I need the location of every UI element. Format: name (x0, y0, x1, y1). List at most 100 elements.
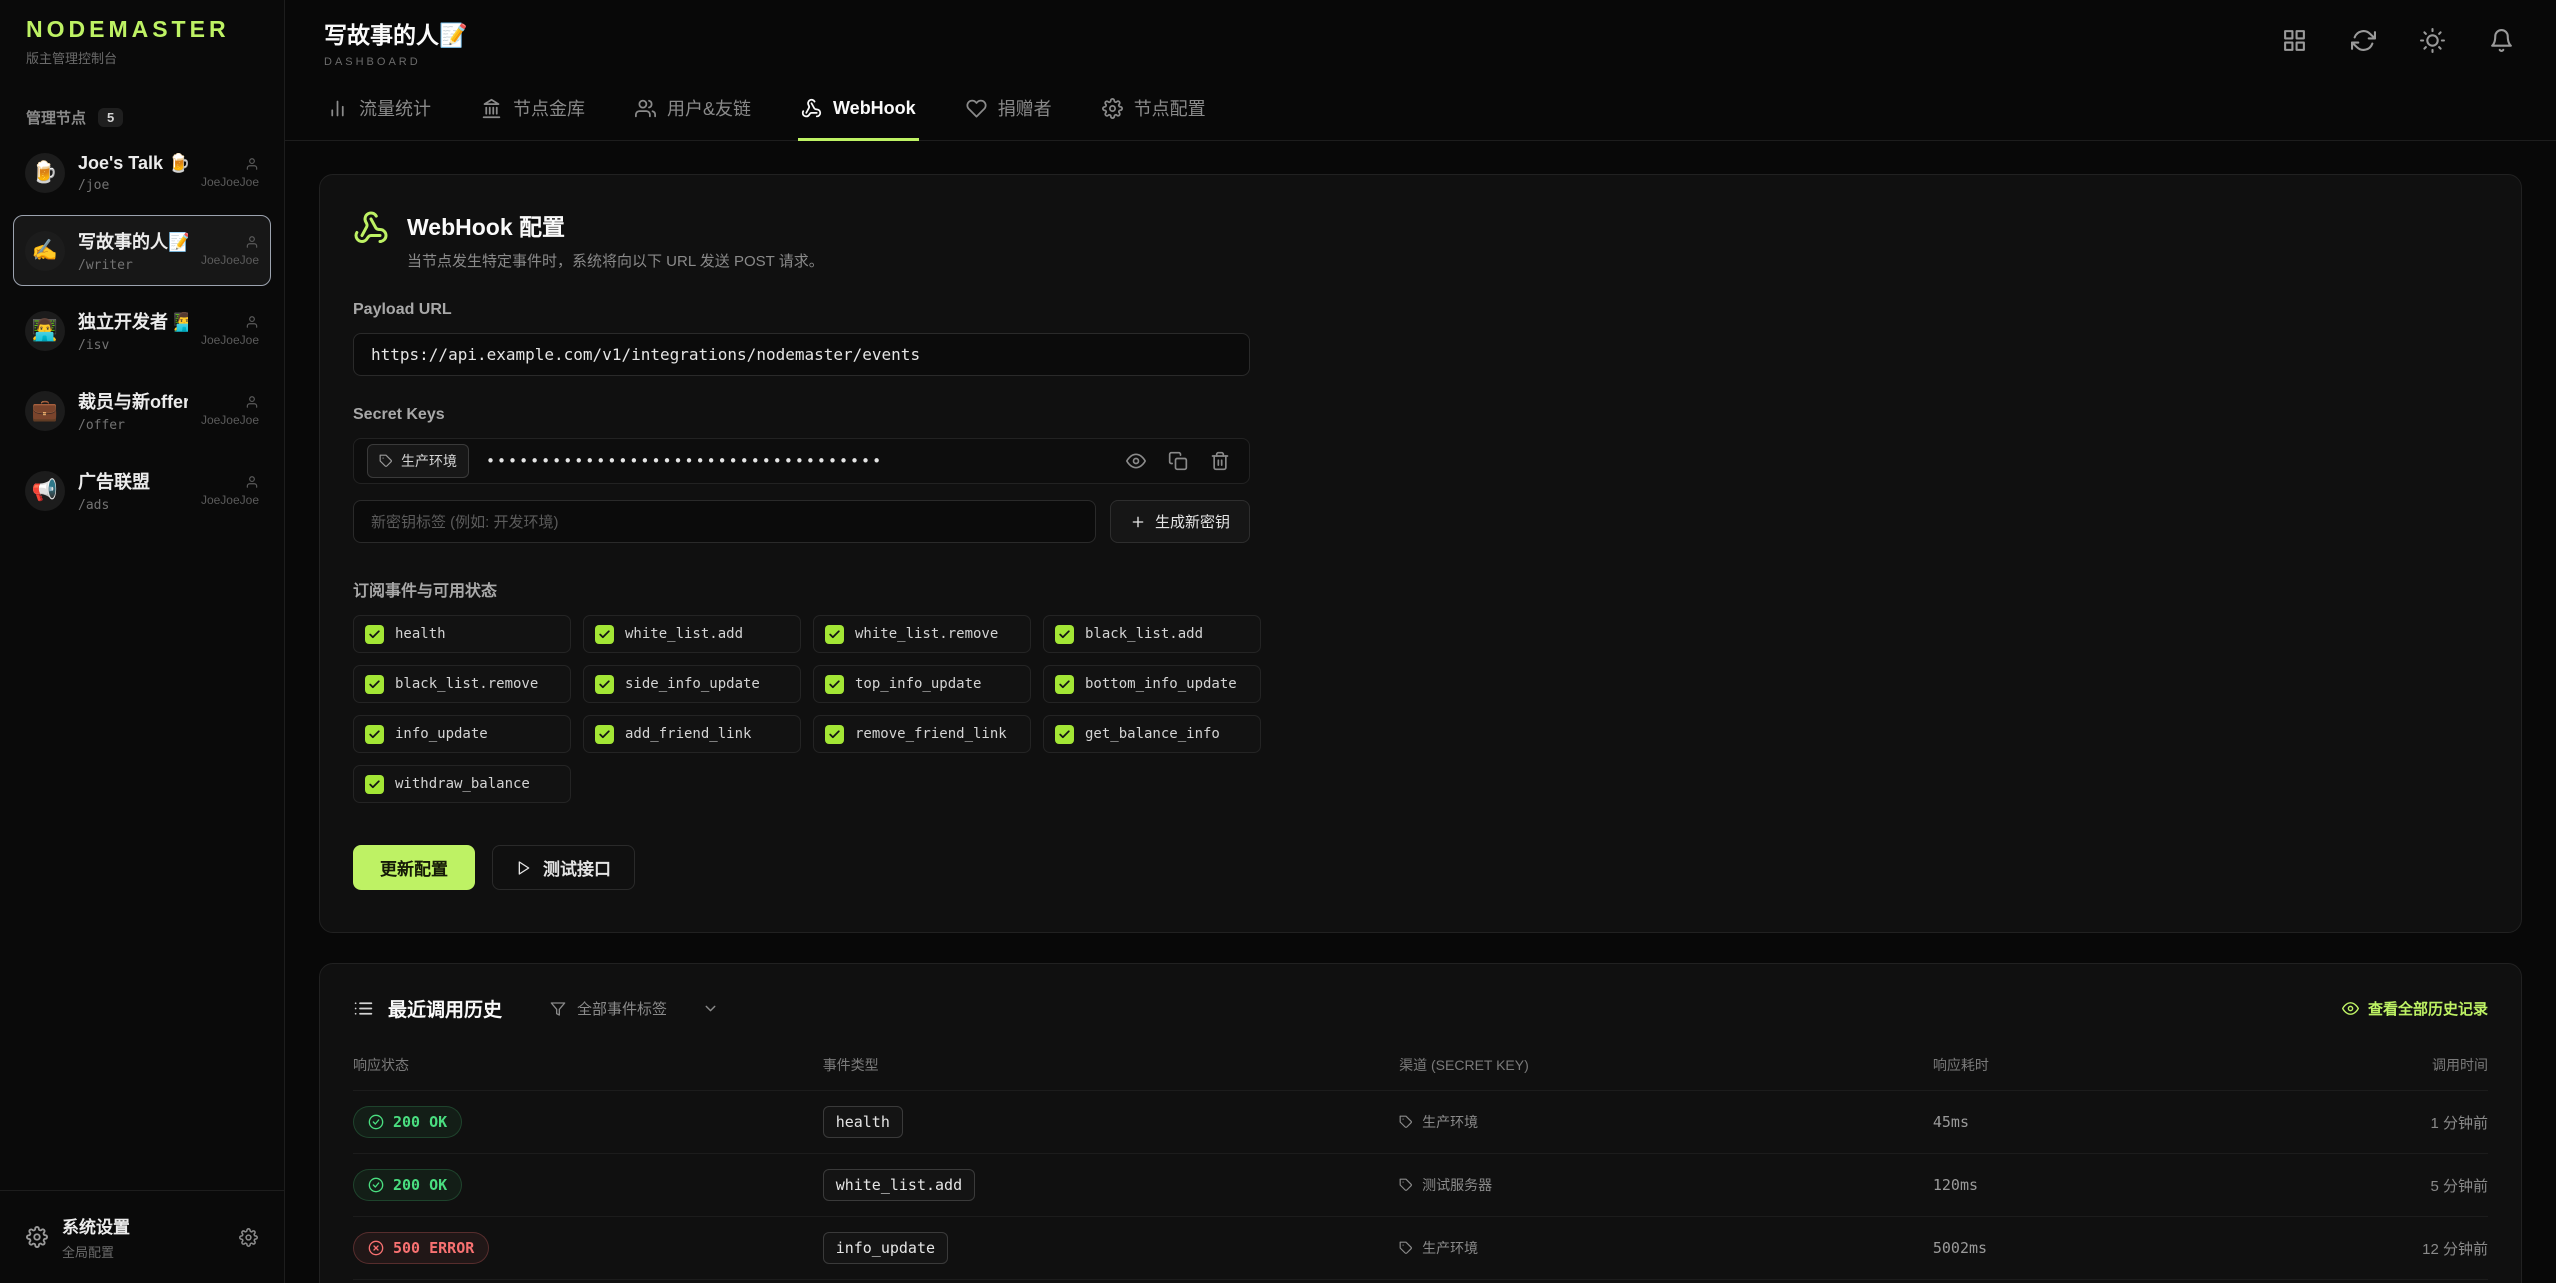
node-owner: JoeJoeJoe (201, 235, 259, 267)
event-checkbox-add-friend-link[interactable]: add_friend_link (583, 715, 801, 753)
new-key-label-input[interactable] (353, 500, 1096, 543)
checkbox-checked[interactable] (825, 675, 844, 694)
time-value: 1 分钟前 (2274, 1112, 2488, 1133)
plus-icon (1130, 514, 1146, 530)
settings-subtitle: 全局配置 (62, 1242, 130, 1261)
notifications-bell-icon[interactable] (2489, 28, 2514, 53)
checkbox-checked[interactable] (365, 725, 384, 744)
theme-toggle-icon[interactable] (2420, 28, 2445, 53)
secret-key-env-chip: 生产环境 (367, 444, 469, 478)
tab-users-links[interactable]: 用户&友链 (632, 80, 754, 141)
event-checkbox-white-list-add[interactable]: white_list.add (583, 615, 801, 653)
sidebar-node-offer[interactable]: 💼 裁员与新offer 💼 /offer JoeJoeJoe (13, 375, 271, 446)
event-checkbox-info-update[interactable]: info_update (353, 715, 571, 753)
event-checkbox-black-list-add[interactable]: black_list.add (1043, 615, 1261, 653)
event-type-tag: white_list.add (823, 1169, 975, 1201)
tab-node-vault[interactable]: 节点金库 (478, 80, 588, 141)
sidebar-node-writer[interactable]: ✍️ 写故事的人📝 /writer JoeJoeJoe (13, 215, 271, 286)
delete-key-trash-icon[interactable] (1210, 451, 1230, 471)
system-settings-item[interactable]: 系统设置 全局配置 (0, 1190, 284, 1283)
node-name: 广告联盟 (78, 468, 150, 494)
user-icon (245, 475, 259, 489)
payload-url-input[interactable] (353, 333, 1250, 376)
time-value: 5 分钟前 (2274, 1175, 2488, 1196)
topbar-actions (2282, 16, 2514, 53)
heart-icon (966, 98, 987, 119)
checkbox-checked[interactable] (1055, 625, 1074, 644)
node-avatar: 💼 (25, 391, 65, 431)
event-checkbox-remove-friend-link[interactable]: remove_friend_link (813, 715, 1031, 753)
event-checkbox-side-info-update[interactable]: side_info_update (583, 665, 801, 703)
latency-value: 45ms (1933, 1113, 2275, 1131)
event-checkbox-white-list-remove[interactable]: white_list.remove (813, 615, 1031, 653)
tab-webhook[interactable]: WebHook (798, 80, 919, 141)
view-all-history-link[interactable]: 查看全部历史记录 (2342, 998, 2488, 1019)
tab-traffic-stats[interactable]: 流量统计 (324, 80, 434, 141)
tab-node-config[interactable]: 节点配置 (1099, 80, 1209, 141)
checkbox-checked[interactable] (825, 725, 844, 744)
sidebar-node-isv[interactable]: 👨‍💻 独立开发者 👨‍💻 /isv JoeJoeJoe (13, 295, 271, 366)
node-owner: JoeJoeJoe (201, 475, 259, 507)
status-badge: 200 OK (353, 1106, 462, 1138)
col-channel: 渠道 (SECRET KEY) (1399, 1055, 1933, 1075)
event-checkbox-health[interactable]: health (353, 615, 571, 653)
checkbox-checked[interactable] (365, 675, 384, 694)
user-icon (245, 395, 259, 409)
tag-icon (1399, 1115, 1413, 1129)
logo-block: NODEMASTER 版主管理控制台 (0, 0, 284, 77)
history-title: 最近调用历史 (353, 995, 502, 1022)
tag-icon (379, 454, 393, 468)
checkbox-checked[interactable] (365, 775, 384, 794)
filter-icon (550, 1001, 566, 1017)
channel-label: 生产环境 (1399, 1238, 1933, 1258)
event-filter-dropdown[interactable]: 全部事件标签 (538, 990, 731, 1027)
node-name: 裁员与新offer 💼 (78, 388, 188, 414)
event-checkbox-black-list-remove[interactable]: black_list.remove (353, 665, 571, 703)
gear-icon (1102, 98, 1123, 119)
gear-icon[interactable] (239, 1228, 258, 1247)
checkbox-checked[interactable] (595, 675, 614, 694)
time-value: 12 分钟前 (2274, 1238, 2488, 1259)
refresh-icon[interactable] (2351, 28, 2376, 53)
nodes-section-header: 管理节点 5 (0, 77, 284, 140)
status-badge: 500 ERROR (353, 1232, 489, 1264)
checkbox-checked[interactable] (595, 625, 614, 644)
checkbox-checked[interactable] (595, 725, 614, 744)
tab-donors[interactable]: 捐赠者 (963, 80, 1055, 141)
app-logo: NODEMASTER (26, 16, 258, 43)
event-checkbox-withdraw-balance[interactable]: withdraw_balance (353, 765, 571, 803)
reveal-key-eye-icon[interactable] (1126, 451, 1146, 471)
events-grid: health white_list.add white_list.remove … (353, 615, 2488, 803)
x-circle-icon (368, 1240, 384, 1256)
event-checkbox-get-balance-info[interactable]: get_balance_info (1043, 715, 1261, 753)
channel-label: 生产环境 (1399, 1112, 1933, 1132)
col-time: 调用时间 (2274, 1055, 2488, 1075)
copy-key-icon[interactable] (1168, 451, 1188, 471)
events-section-label: 订阅事件与可用状态 (353, 577, 2488, 601)
node-owner: JoeJoeJoe (201, 315, 259, 347)
webhook-config-card: WebHook 配置 当节点发生特定事件时，系统将向以下 URL 发送 POST… (319, 174, 2522, 933)
node-name: 写故事的人📝 (78, 228, 188, 254)
sidebar-node-joe[interactable]: 🍺 Joe's Talk 🍺 /joe JoeJoeJoe (13, 140, 271, 206)
generate-key-button[interactable]: 生成新密钥 (1110, 500, 1250, 543)
node-owner: JoeJoeJoe (201, 157, 259, 189)
update-config-button[interactable]: 更新配置 (353, 845, 475, 890)
history-row: 200 OK white_list.add 测试服务器 120ms 5 分钟前 (353, 1153, 2488, 1216)
event-checkbox-top-info-update[interactable]: top_info_update (813, 665, 1031, 703)
checkbox-checked[interactable] (1055, 675, 1074, 694)
users-icon (635, 98, 656, 119)
secret-key-row: 生产环境 •••••••••••••••••••••••••••••••••••… (353, 438, 1250, 484)
checkbox-checked[interactable] (365, 625, 384, 644)
settings-title: 系统设置 (62, 1213, 130, 1238)
node-owner-name: JoeJoeJoe (201, 413, 259, 427)
webhook-card-title: WebHook 配置 (407, 208, 824, 242)
nodes-count-badge: 5 (98, 108, 123, 127)
sidebar-node-ads[interactable]: 📢 广告联盟 /ads JoeJoeJoe (13, 455, 271, 526)
checkbox-checked[interactable] (1055, 725, 1074, 744)
test-endpoint-button[interactable]: 测试接口 (492, 845, 635, 890)
apps-grid-icon[interactable] (2282, 28, 2307, 53)
bar-chart-icon (327, 98, 348, 119)
event-checkbox-bottom-info-update[interactable]: bottom_info_update (1043, 665, 1261, 703)
checkbox-checked[interactable] (825, 625, 844, 644)
node-owner-name: JoeJoeJoe (201, 333, 259, 347)
